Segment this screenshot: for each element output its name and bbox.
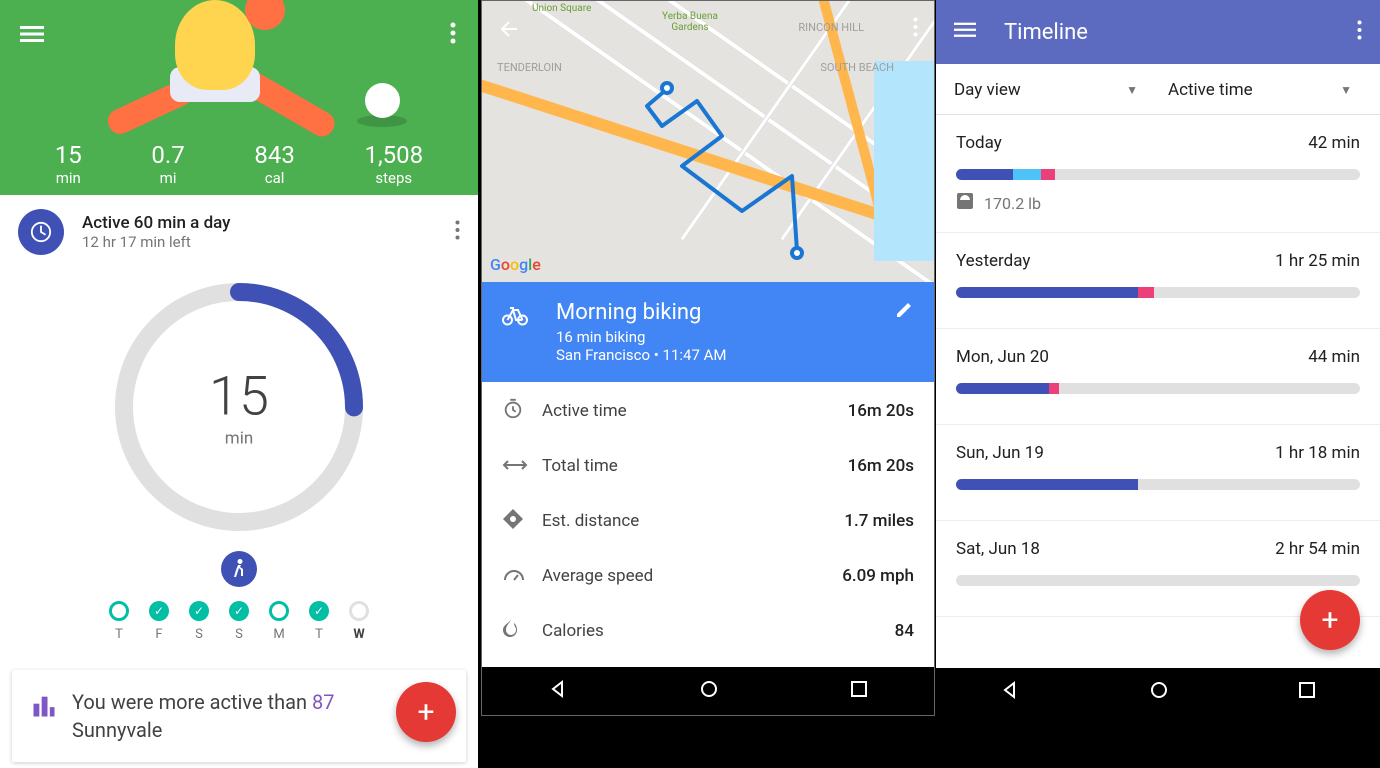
activity-bar bbox=[956, 169, 1360, 180]
timer-icon bbox=[18, 209, 64, 255]
map-view[interactable]: Union Square Yerba Buena Gardens TENDERL… bbox=[482, 1, 934, 282]
bike-icon bbox=[502, 306, 528, 330]
view-filter-dropdown[interactable]: Day view ▼ bbox=[954, 80, 1168, 100]
appbar-title: Timeline bbox=[1004, 20, 1088, 45]
chevron-down-icon: ▼ bbox=[1340, 83, 1352, 97]
timeline-day-item[interactable]: Yesterday1 hr 25 min bbox=[936, 233, 1380, 329]
ring-label: min bbox=[209, 429, 269, 449]
timeline-screen: Timeline Day view ▼ Active time ▼ Today4… bbox=[936, 0, 1380, 716]
week-days-row: T ✓F ✓S ✓S M ✓T W bbox=[109, 601, 369, 642]
goal-subtitle: 12 hr 17 min left bbox=[82, 233, 231, 251]
metric-filter-dropdown[interactable]: Active time ▼ bbox=[1168, 80, 1362, 100]
edit-pencil-icon[interactable] bbox=[894, 300, 914, 324]
stat-item[interactable]: 15min bbox=[55, 141, 82, 187]
city-icon bbox=[30, 692, 58, 724]
activity-bar bbox=[956, 479, 1360, 490]
goal-more-icon[interactable] bbox=[455, 220, 460, 244]
add-fab[interactable]: + bbox=[1300, 590, 1360, 650]
day-item[interactable]: T bbox=[109, 601, 129, 642]
goal-title: Active 60 min a day bbox=[82, 213, 231, 233]
day-item[interactable]: ✓S bbox=[189, 601, 209, 642]
metrics-list: Active time16m 20sTotal time16m 20sEst. … bbox=[482, 382, 934, 716]
timeline-day-item[interactable]: Mon, Jun 2044 min bbox=[936, 329, 1380, 425]
activity-duration: 16 min biking bbox=[556, 328, 727, 346]
nav-recent-icon[interactable] bbox=[1298, 680, 1316, 704]
day-item[interactable]: ✓F bbox=[149, 601, 169, 642]
day-item[interactable]: W bbox=[349, 601, 369, 642]
metric-row: Est. distance1.7 miles bbox=[502, 492, 914, 550]
nav-home-icon[interactable] bbox=[1149, 680, 1169, 705]
timeline-appbar: Timeline bbox=[936, 0, 1380, 64]
nav-recent-icon[interactable] bbox=[850, 679, 868, 703]
flame-icon bbox=[502, 618, 542, 644]
day-item[interactable]: M bbox=[269, 601, 289, 642]
nav-home-icon[interactable] bbox=[699, 679, 719, 704]
android-navbar bbox=[936, 668, 1380, 716]
day-item[interactable]: ✓T bbox=[309, 601, 329, 642]
progress-ring-section: 15 min T ✓F ✓S ✓S M ✓T W bbox=[0, 269, 478, 652]
activity-location: San Francisco • 11:47 AM bbox=[556, 346, 727, 364]
back-arrow-icon[interactable] bbox=[498, 17, 522, 45]
diamond-icon bbox=[502, 508, 542, 534]
more-vert-icon[interactable] bbox=[450, 22, 456, 48]
timeline-day-item[interactable]: Today42 min170.2 lb bbox=[936, 115, 1380, 233]
stats-row: 15min 0.7mi 843cal 1,508steps bbox=[0, 141, 478, 187]
nav-back-icon[interactable] bbox=[548, 679, 568, 704]
map-more-icon[interactable] bbox=[913, 17, 918, 41]
stat-item[interactable]: 0.7mi bbox=[151, 141, 184, 187]
ring-value: 15 bbox=[209, 366, 269, 429]
activity-header: Morning biking 16 min biking San Francis… bbox=[482, 282, 934, 382]
google-logo: Google bbox=[490, 255, 541, 274]
metric-row: Calories84 bbox=[502, 602, 914, 660]
activity-detail-screen: Union Square Yerba Buena Gardens TENDERL… bbox=[481, 0, 935, 716]
activity-bar bbox=[956, 287, 1360, 298]
metric-row: Active time16m 20s bbox=[502, 382, 914, 440]
route-end-pin bbox=[790, 246, 804, 260]
metric-row: Average speed6.09 mph bbox=[502, 550, 914, 602]
scale-icon bbox=[956, 192, 974, 214]
goal-card[interactable]: Active 60 min a day 12 hr 17 min left bbox=[0, 195, 478, 269]
walking-activity-icon[interactable] bbox=[221, 551, 257, 587]
activity-bar bbox=[956, 575, 1360, 586]
hamburger-menu-icon[interactable] bbox=[20, 22, 44, 50]
route-path bbox=[482, 1, 934, 282]
activity-bar bbox=[956, 383, 1360, 394]
nav-back-icon[interactable] bbox=[1000, 680, 1020, 705]
arrows-icon bbox=[502, 457, 542, 476]
route-start-pin bbox=[660, 81, 674, 95]
add-fab[interactable]: + bbox=[396, 682, 456, 742]
metric-row: Total time16m 20s bbox=[502, 440, 914, 492]
hamburger-menu-icon[interactable] bbox=[954, 19, 976, 45]
filter-row: Day view ▼ Active time ▼ bbox=[936, 64, 1380, 115]
chevron-down-icon: ▼ bbox=[1126, 83, 1138, 97]
stat-item[interactable]: 1,508steps bbox=[364, 141, 423, 187]
stats-header: 15min 0.7mi 843cal 1,508steps bbox=[0, 0, 478, 195]
day-item[interactable]: ✓S bbox=[229, 601, 249, 642]
timeline-list: Today42 min170.2 lbYesterday1 hr 25 minM… bbox=[936, 115, 1380, 617]
android-navbar bbox=[482, 667, 934, 715]
fit-home-screen: 15min 0.7mi 843cal 1,508steps Active 60 min… bbox=[0, 0, 478, 768]
timer-icon bbox=[502, 398, 542, 424]
insight-text: You were more active than 87Sunnyvale bbox=[72, 688, 334, 744]
runner-illustration bbox=[75, 0, 448, 135]
activity-title: Morning biking bbox=[556, 300, 727, 325]
gauge-icon bbox=[502, 566, 542, 586]
timeline-day-item[interactable]: Sun, Jun 191 hr 18 min bbox=[936, 425, 1380, 521]
progress-ring: 15 min bbox=[109, 277, 369, 537]
appbar-more-icon[interactable] bbox=[1357, 20, 1362, 44]
stat-item[interactable]: 843cal bbox=[254, 141, 294, 187]
